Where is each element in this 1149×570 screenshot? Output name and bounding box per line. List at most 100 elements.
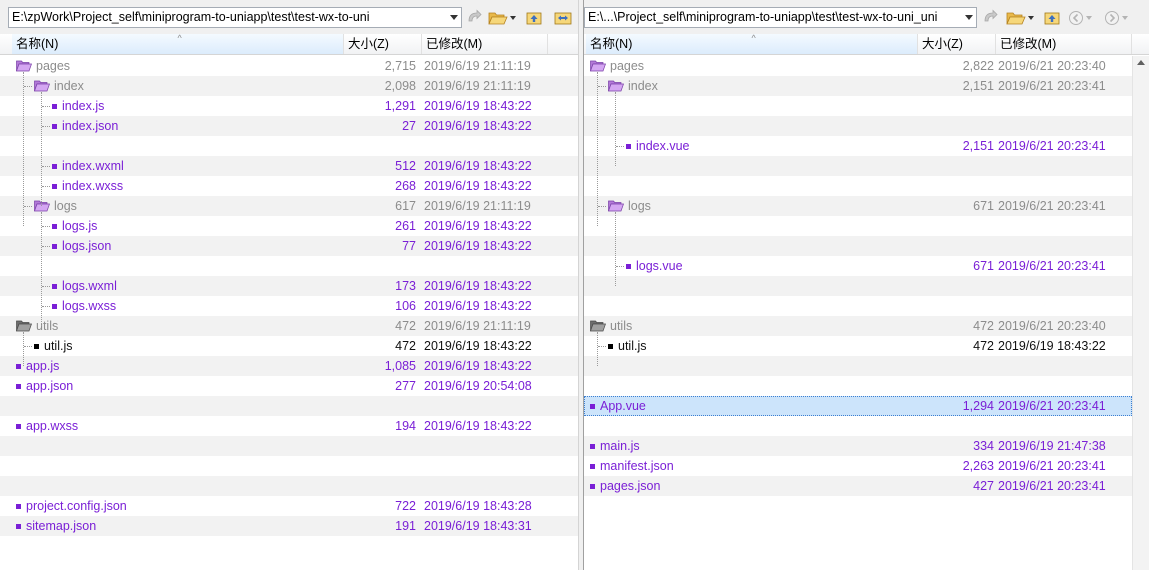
name-column-header[interactable]: ^ 名称(N)	[12, 33, 344, 54]
item-size: 472	[395, 319, 416, 333]
tree-guide-line	[615, 212, 616, 286]
folder-row[interactable]: index 2,098 2019/6/19 21:11:19	[0, 76, 578, 96]
item-modified: 2019/6/19 21:11:19	[424, 79, 531, 93]
empty-row[interactable]	[0, 436, 578, 456]
file-icon	[52, 183, 57, 189]
sync-button[interactable]	[554, 9, 572, 27]
empty-row[interactable]	[584, 116, 1132, 136]
file-row[interactable]: App.vue 1,294 2019/6/21 20:23:41	[584, 396, 1132, 416]
forward-button[interactable]	[1104, 9, 1128, 27]
file-row[interactable]: index.vue 2,151 2019/6/21 20:23:41	[584, 136, 1132, 156]
file-row[interactable]: logs.js 261 2019/6/19 18:43:22	[0, 216, 578, 236]
item-name-text: App.vue	[600, 399, 646, 413]
file-row[interactable]: main.js 334 2019/6/19 21:47:38	[584, 436, 1132, 456]
empty-row[interactable]	[584, 416, 1132, 436]
right-path-input[interactable]: E:\...\Project_self\miniprogram-to-uniap…	[584, 7, 977, 28]
back-button[interactable]	[1068, 9, 1092, 27]
right-up-folder-button[interactable]	[1044, 9, 1060, 27]
tree-connector	[598, 86, 606, 87]
item-size: 2,151	[962, 79, 994, 93]
item-name-text: index.vue	[636, 139, 690, 153]
item-size: 334	[973, 439, 994, 453]
file-row[interactable]: sitemap.json 191 2019/6/19 18:43:31	[0, 516, 578, 536]
file-row[interactable]: app.js 1,085 2019/6/19 18:43:22	[0, 356, 578, 376]
item-size: 472	[973, 339, 994, 353]
left-swap-button[interactable]	[466, 9, 484, 27]
file-row[interactable]: project.config.json 722 2019/6/19 18:43:28	[0, 496, 578, 516]
item-size: 671	[973, 259, 994, 273]
left-path-input[interactable]: E:\zpWork\Project_self\miniprogram-to-un…	[8, 7, 462, 28]
file-row[interactable]: util.js 472 2019/6/19 18:43:22	[584, 336, 1132, 356]
folder-row[interactable]: utils 472 2019/6/19 21:11:19	[0, 316, 578, 336]
right-file-list[interactable]: pages 2,822 2019/6/21 20:23:40 index 2,151 20…	[584, 56, 1132, 496]
left-open-folder-button[interactable]	[488, 9, 516, 27]
item-modified: 2019/6/19 18:43:22	[424, 159, 532, 173]
modified-column-header[interactable]: 已修改(M)	[422, 34, 548, 54]
item-name: util.js	[34, 336, 72, 356]
tree-connector	[42, 286, 50, 287]
empty-row[interactable]	[584, 376, 1132, 396]
folder-icon	[608, 200, 624, 212]
file-row[interactable]: logs.vue 671 2019/6/21 20:23:41	[584, 256, 1132, 276]
size-column-header[interactable]: 大小(Z)	[344, 34, 422, 54]
file-row[interactable]: index.js 1,291 2019/6/19 18:43:22	[0, 96, 578, 116]
file-row[interactable]: logs.json 77 2019/6/19 18:43:22	[0, 236, 578, 256]
right-swap-button[interactable]	[982, 9, 1000, 27]
left-up-folder-button[interactable]	[526, 9, 542, 27]
chevron-down-icon[interactable]	[1086, 16, 1092, 20]
file-row[interactable]: index.wxml 512 2019/6/19 18:43:22	[0, 156, 578, 176]
folder-row[interactable]: utils 472 2019/6/21 20:23:40	[584, 316, 1132, 336]
folder-row[interactable]: index 2,151 2019/6/21 20:23:41	[584, 76, 1132, 96]
right-vertical-scrollbar[interactable]	[1132, 56, 1149, 570]
chevron-down-icon[interactable]	[450, 15, 458, 20]
scroll-up-icon[interactable]	[1137, 60, 1145, 65]
right-open-folder-button[interactable]	[1006, 9, 1034, 27]
chevron-down-icon[interactable]	[1122, 16, 1128, 20]
item-name-text: logs.vue	[636, 259, 683, 273]
file-row[interactable]: app.wxss 194 2019/6/19 18:43:22	[0, 416, 578, 436]
empty-row[interactable]	[0, 456, 578, 476]
chevron-down-icon[interactable]	[510, 16, 516, 20]
file-row[interactable]: util.js 472 2019/6/19 18:43:22	[0, 336, 578, 356]
folder-row[interactable]: pages 2,822 2019/6/21 20:23:40	[584, 56, 1132, 76]
chevron-down-icon[interactable]	[1028, 16, 1034, 20]
file-row[interactable]: manifest.json 2,263 2019/6/21 20:23:41	[584, 456, 1132, 476]
empty-row[interactable]	[584, 156, 1132, 176]
file-row[interactable]: logs.wxml 173 2019/6/19 18:43:22	[0, 276, 578, 296]
folder-row[interactable]: logs 617 2019/6/19 21:11:19	[0, 196, 578, 216]
item-name-text: utils	[610, 319, 633, 333]
folder-row[interactable]: pages 2,715 2019/6/19 21:11:19	[0, 56, 578, 76]
name-column-header[interactable]: ^ 名称(N)	[586, 33, 918, 54]
item-size: 722	[395, 499, 416, 513]
sort-up-icon: ^	[751, 33, 756, 43]
file-row[interactable]: app.json 277 2019/6/19 20:54:08	[0, 376, 578, 396]
item-modified: 2019/6/19 18:43:22	[998, 339, 1106, 353]
tree-guide-line	[41, 212, 42, 326]
empty-row[interactable]	[584, 176, 1132, 196]
empty-row[interactable]	[584, 296, 1132, 316]
modified-column-header[interactable]: 已修改(M)	[996, 34, 1132, 54]
empty-row[interactable]	[584, 276, 1132, 296]
size-column-header[interactable]: 大小(Z)	[918, 34, 996, 54]
file-row[interactable]: index.json 27 2019/6/19 18:43:22	[0, 116, 578, 136]
item-size: 27	[402, 119, 416, 133]
empty-row[interactable]	[584, 356, 1132, 376]
empty-row[interactable]	[0, 396, 578, 416]
empty-row[interactable]	[0, 136, 578, 156]
empty-row[interactable]	[584, 96, 1132, 116]
file-row[interactable]: index.wxss 268 2019/6/19 18:43:22	[0, 176, 578, 196]
item-name-text: sitemap.json	[26, 519, 97, 533]
left-file-list[interactable]: pages 2,715 2019/6/19 21:11:19 index 2,098 20…	[0, 56, 578, 536]
item-size: 261	[395, 219, 416, 233]
file-row[interactable]: pages.json 427 2019/6/21 20:23:41	[584, 476, 1132, 496]
file-icon	[52, 243, 57, 249]
folder-row[interactable]: logs 671 2019/6/21 20:23:41	[584, 196, 1132, 216]
file-icon	[608, 343, 613, 349]
size-column-label: 大小(Z)	[922, 37, 963, 51]
chevron-down-icon[interactable]	[965, 15, 973, 20]
empty-row[interactable]	[0, 256, 578, 276]
empty-row[interactable]	[0, 476, 578, 496]
file-row[interactable]: logs.wxss 106 2019/6/19 18:43:22	[0, 296, 578, 316]
empty-row[interactable]	[584, 236, 1132, 256]
empty-row[interactable]	[584, 216, 1132, 236]
